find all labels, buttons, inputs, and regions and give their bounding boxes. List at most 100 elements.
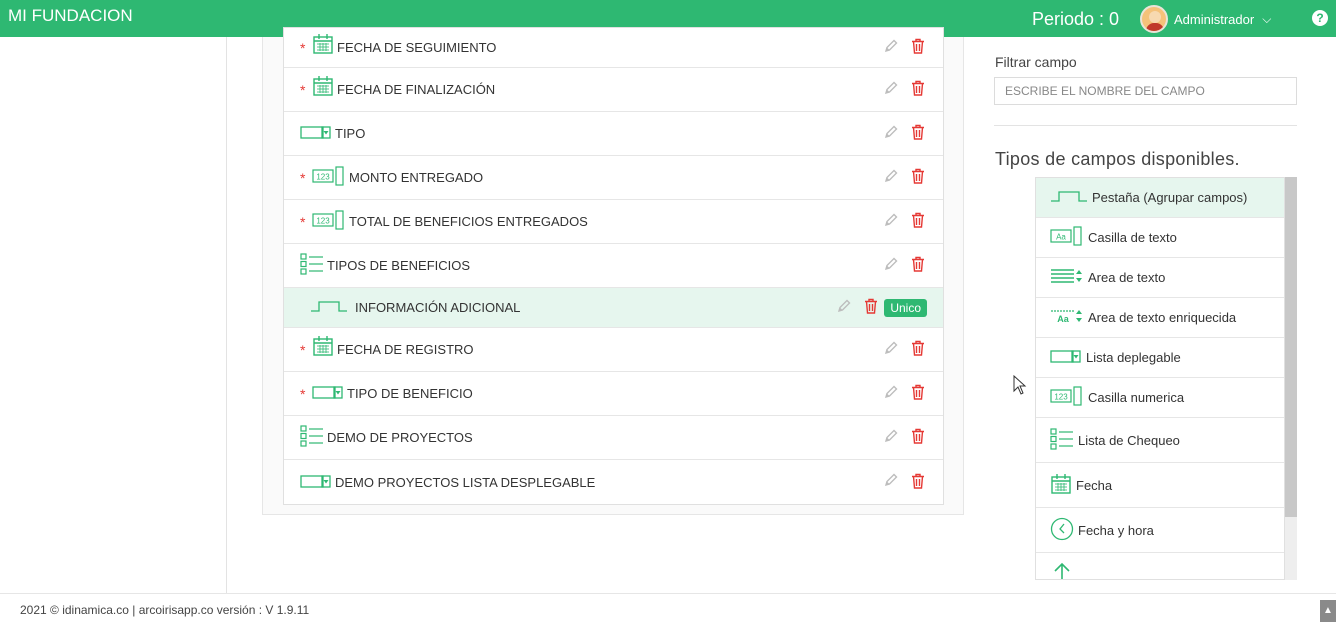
unique-badge: Unico — [884, 298, 927, 317]
field-type-label: Lista deplegable — [1086, 350, 1181, 365]
user-name: Administrador — [1174, 11, 1255, 27]
edit-pencil-icon[interactable] — [883, 80, 899, 100]
required-asterisk-icon: * — [300, 169, 306, 186]
delete-trash-icon[interactable] — [911, 212, 925, 231]
row-actions: Unico — [836, 288, 927, 327]
edit-pencil-icon[interactable] — [883, 472, 899, 492]
edit-pencil-icon[interactable] — [883, 168, 899, 188]
row-actions — [883, 460, 925, 504]
svg-text:123: 123 — [316, 217, 330, 226]
field-type-label: Lista de Chequeo — [1078, 432, 1180, 448]
edit-pencil-icon[interactable] — [883, 256, 899, 276]
avatar — [1140, 5, 1168, 33]
rich-text-icon: Aa — [1050, 307, 1084, 328]
field-type-item[interactable]: Pestaña (Agrupar campos) — [1036, 178, 1284, 218]
back-to-top-button[interactable]: ▲ — [1320, 600, 1336, 622]
row-actions — [883, 416, 925, 459]
edit-pencil-icon[interactable] — [883, 340, 899, 360]
field-type-item[interactable]: Aa Casilla de texto — [1036, 218, 1284, 258]
periodo-label: Periodo : 0 — [1032, 9, 1120, 29]
required-asterisk-icon: * — [300, 385, 306, 402]
brand-title[interactable]: MI FUNDACION — [8, 6, 133, 26]
text-field-icon: Aa — [1050, 226, 1084, 249]
field-type-item[interactable]: Area de texto — [1036, 258, 1284, 298]
field-row[interactable]: INFORMACIÓN ADICIONAL Unico — [284, 288, 943, 328]
field-row[interactable]: * 123 MONTO ENTREGADO — [284, 156, 943, 200]
field-row[interactable]: * FECHA DE SEGUIMIENTO — [284, 28, 943, 68]
dropdown-field-icon — [300, 124, 332, 143]
field-label: DEMO DE PROYECTOS — [327, 430, 473, 445]
calendar-icon — [312, 75, 334, 100]
required-asterisk-icon: * — [300, 39, 306, 56]
field-type-label: Pestaña (Agrupar campos) — [1092, 190, 1248, 205]
scrollbar-thumb[interactable] — [1285, 177, 1297, 517]
edit-pencil-icon[interactable] — [883, 428, 899, 448]
mouse-cursor-icon — [1013, 375, 1027, 395]
row-actions — [883, 244, 925, 287]
delete-trash-icon[interactable] — [911, 473, 925, 492]
delete-trash-icon[interactable] — [911, 384, 925, 403]
row-actions — [883, 328, 925, 371]
svg-text:Aa: Aa — [1057, 314, 1069, 324]
delete-trash-icon[interactable] — [911, 428, 925, 447]
field-label: TIPO DE BENEFICIO — [347, 386, 473, 401]
row-actions — [883, 372, 925, 415]
edit-pencil-icon[interactable] — [883, 212, 899, 232]
field-row[interactable]: * FECHA DE FINALIZACIÓN — [284, 68, 943, 112]
field-type-item[interactable]: Lista deplegable — [1036, 338, 1284, 378]
delete-trash-icon[interactable] — [911, 124, 925, 143]
field-type-item[interactable]: Aa Area de texto enriquecida — [1036, 298, 1284, 338]
field-row[interactable]: DEMO DE PROYECTOS — [284, 416, 943, 460]
field-list: * FECHA DE SEGUIMIENTO * FECHA DE FINALIZAC… — [283, 27, 944, 505]
sidebar-divider — [226, 37, 227, 593]
chevron-down-icon: ⌵ — [1262, 11, 1272, 26]
footer: 2021 © idinamica.co | arcoirisapp.co ver… — [0, 593, 1336, 624]
filter-field-input[interactable] — [994, 77, 1297, 105]
field-row[interactable]: TIPO — [284, 112, 943, 156]
field-row[interactable]: DEMO PROYECTOS LISTA DESPLEGABLE — [284, 460, 943, 504]
required-asterisk-icon: * — [300, 81, 306, 98]
field-label: TIPOS DE BENEFICIOS — [327, 258, 471, 273]
dropdown-field-icon — [300, 473, 332, 492]
field-row[interactable]: * TIPO DE BENEFICIO — [284, 372, 943, 416]
field-row[interactable]: TIPOS DE BENEFICIOS — [284, 244, 943, 288]
dropdown-field-icon — [1050, 348, 1082, 367]
field-type-label: Casilla numerica — [1088, 390, 1185, 405]
edit-pencil-icon[interactable] — [883, 38, 899, 58]
checklist-icon — [300, 425, 324, 450]
row-actions — [883, 156, 925, 199]
field-label: MONTO ENTREGADO — [349, 170, 484, 185]
svg-text:123: 123 — [1054, 393, 1068, 402]
field-type-item[interactable]: Fecha — [1036, 463, 1284, 508]
field-label: FECHA DE SEGUIMIENTO — [337, 40, 497, 55]
row-actions — [883, 200, 925, 243]
delete-trash-icon[interactable] — [911, 340, 925, 359]
numeric-field-icon: 123 — [312, 166, 346, 189]
svg-text:123: 123 — [316, 173, 330, 182]
row-actions — [883, 28, 925, 67]
field-type-item[interactable]: Fecha y hora — [1036, 508, 1284, 553]
field-type-item[interactable]: 123 Casilla numerica — [1036, 378, 1284, 418]
edit-pencil-icon[interactable] — [883, 384, 899, 404]
field-type-item[interactable] — [1036, 553, 1284, 579]
numeric-field-icon: 123 — [312, 210, 346, 233]
delete-trash-icon[interactable] — [911, 80, 925, 99]
delete-trash-icon[interactable] — [864, 298, 878, 317]
calendar-icon — [1050, 473, 1072, 498]
field-row[interactable]: * 123 TOTAL DE BENEFICIOS ENTREGADOS — [284, 200, 943, 244]
help-icon[interactable]: ? — [1312, 10, 1328, 26]
user-menu[interactable]: Administrador ⌵ — [1140, 5, 1271, 33]
filter-label: Filtrar campo — [995, 54, 1077, 70]
field-label: FECHA DE REGISTRO — [337, 342, 474, 357]
required-asterisk-icon: * — [300, 213, 306, 230]
edit-pencil-icon[interactable] — [883, 124, 899, 144]
edit-pencil-icon[interactable] — [836, 298, 852, 318]
clock-icon — [1050, 517, 1074, 544]
delete-trash-icon[interactable] — [911, 256, 925, 275]
field-type-label: Area de texto — [1088, 270, 1166, 285]
field-type-label: Fecha — [1076, 477, 1113, 493]
field-type-item[interactable]: Lista de Chequeo — [1036, 418, 1284, 463]
delete-trash-icon[interactable] — [911, 168, 925, 187]
delete-trash-icon[interactable] — [911, 38, 925, 57]
field-row[interactable]: * FECHA DE REGISTRO — [284, 328, 943, 372]
